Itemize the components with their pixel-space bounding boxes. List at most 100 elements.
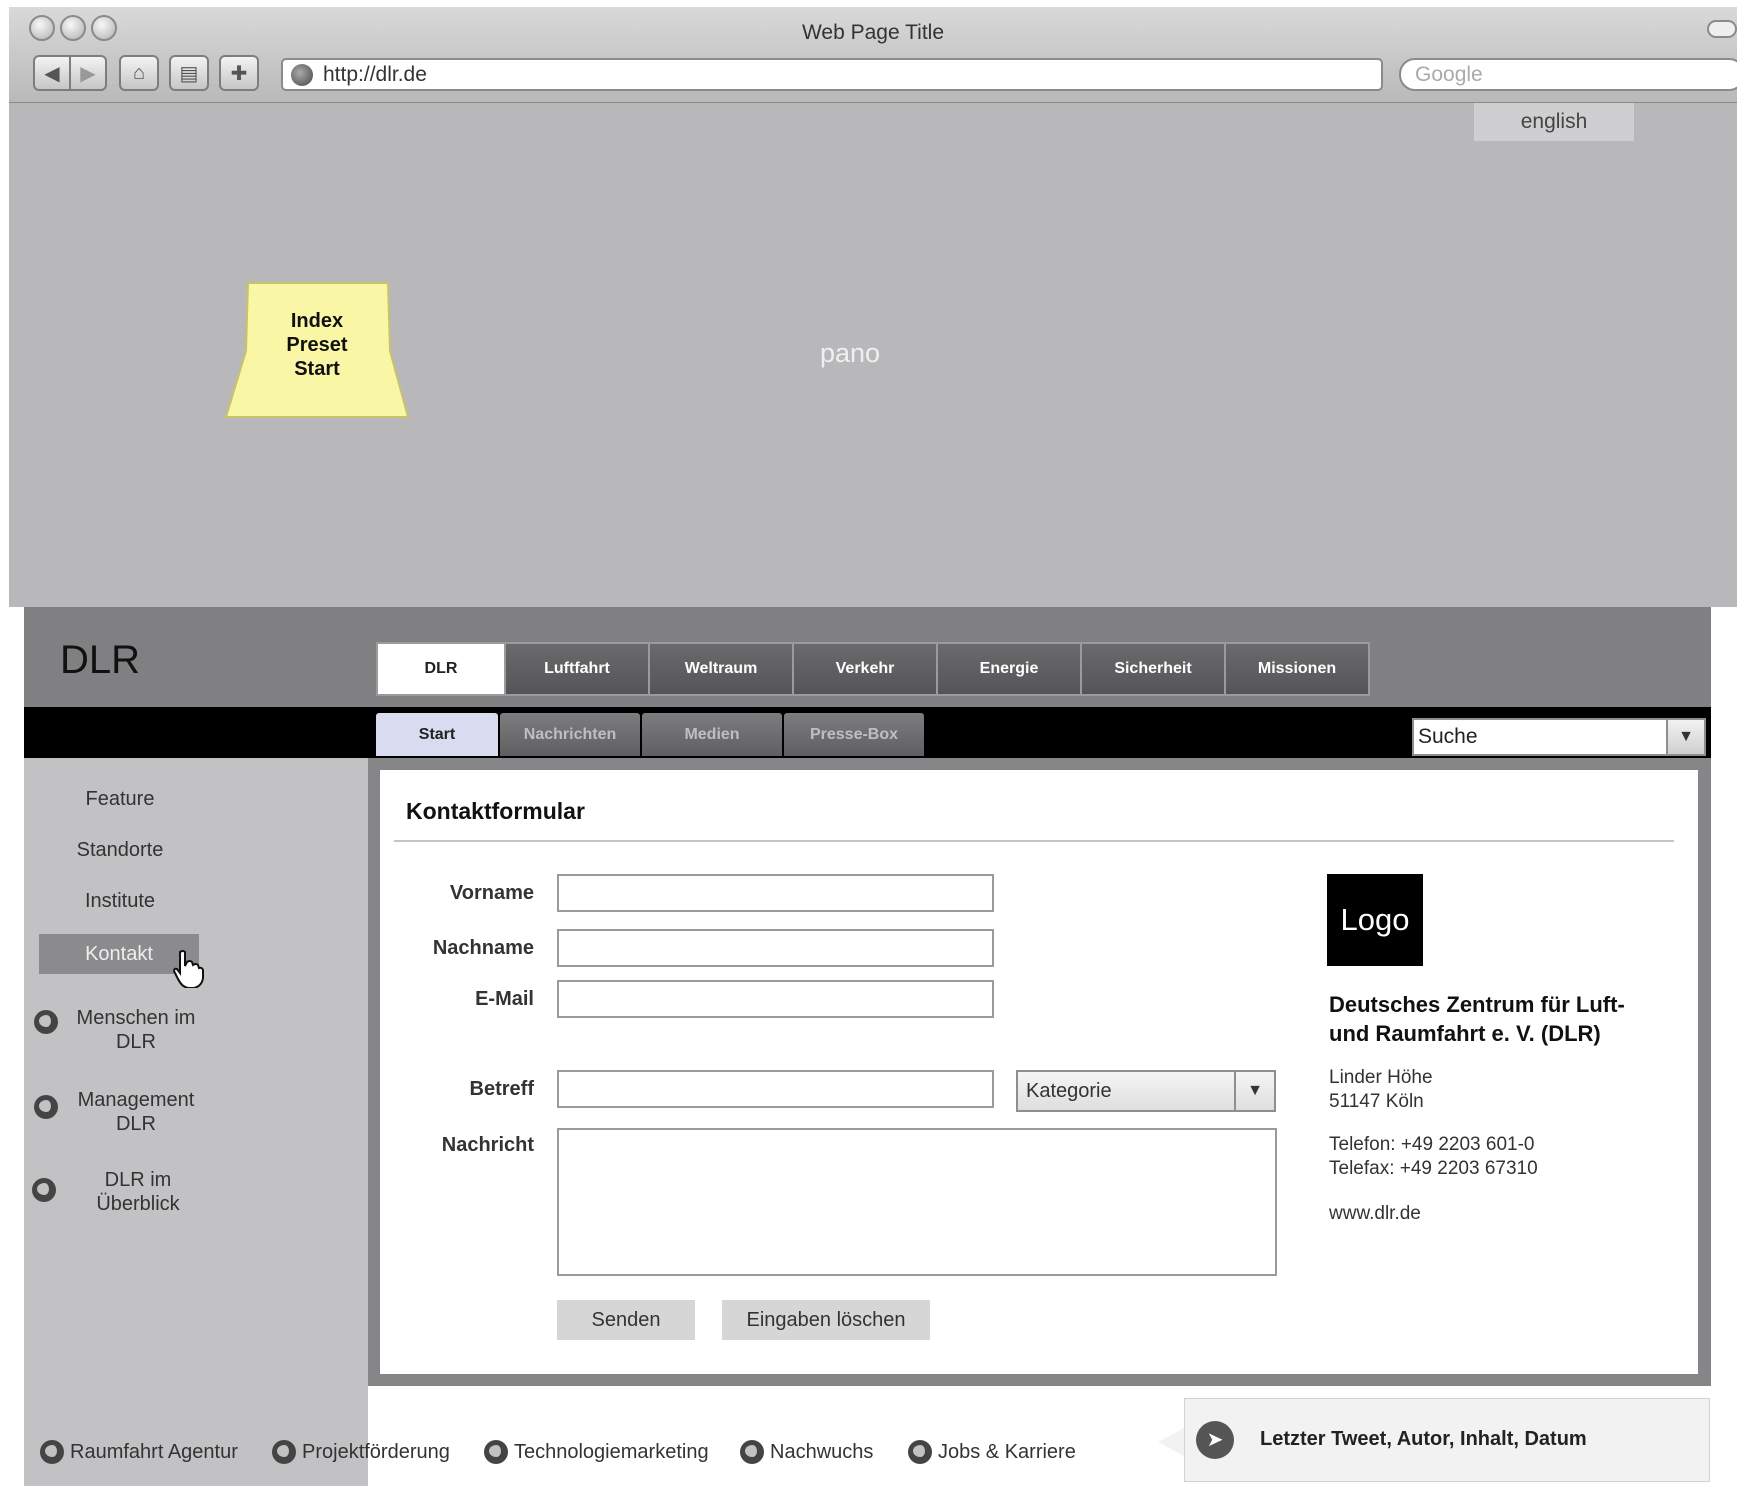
main-navigation: DLR Luftfahrt Weltraum Verkehr Energie S… bbox=[376, 642, 1370, 696]
browser-toolbar: Web Page Title ◀ ▶ ⌂ ▤ ✚ http://dlr.de G… bbox=[9, 7, 1737, 103]
fax-text: Telefax: +49 2203 67310 bbox=[1329, 1158, 1538, 1179]
arrow-circle-icon bbox=[740, 1440, 764, 1464]
back-arrow-icon: ◀ bbox=[44, 62, 60, 85]
vorname-field[interactable] bbox=[557, 874, 994, 912]
main-tab-sicherheit[interactable]: Sicherheit bbox=[1080, 644, 1224, 694]
sticky-line-preset: Preset bbox=[286, 334, 348, 356]
main-tab-dlr[interactable]: DLR bbox=[378, 644, 504, 694]
site-logo[interactable]: DLR bbox=[60, 638, 140, 683]
home-icon: ⌂ bbox=[132, 61, 146, 84]
form-divider bbox=[394, 840, 1674, 842]
footer-link-nachwuchs[interactable]: Nachwuchs bbox=[740, 1440, 873, 1464]
main-tab-verkehr[interactable]: Verkehr bbox=[792, 644, 936, 694]
browser-search-input[interactable]: Google bbox=[1399, 58, 1737, 91]
nachname-field[interactable] bbox=[557, 929, 994, 967]
kategorie-value: Kategorie bbox=[1026, 1080, 1112, 1102]
tweet-pointer bbox=[1158, 1428, 1184, 1456]
tweet-text[interactable]: Letzter Tweet, Autor, Inhalt, Datum bbox=[1260, 1428, 1587, 1451]
window-title: Web Page Title bbox=[801, 21, 945, 44]
site-search-value: Suche bbox=[1418, 725, 1478, 748]
footer-link-jobs[interactable]: Jobs & Karriere bbox=[908, 1440, 1076, 1464]
address-bar[interactable]: http://dlr.de bbox=[281, 58, 1383, 91]
nachname-label: Nachname bbox=[432, 937, 534, 959]
footer-link-label: Nachwuchs bbox=[770, 1440, 874, 1463]
main-tab-energie[interactable]: Energie bbox=[936, 644, 1080, 694]
sub-tab-medien[interactable]: Medien bbox=[642, 713, 782, 756]
site-search-dropdown[interactable]: Suche ▼ bbox=[1412, 718, 1706, 756]
email-label: E-Mail bbox=[475, 988, 534, 1010]
org-name: Deutsches Zentrum für Luft- und Raumfahr… bbox=[1329, 990, 1689, 1048]
add-bookmark-button[interactable]: ✚ bbox=[219, 55, 259, 91]
send-button[interactable]: Senden bbox=[557, 1300, 695, 1340]
home-button[interactable]: ⌂ bbox=[119, 55, 159, 91]
main-tab-weltraum[interactable]: Weltraum bbox=[648, 644, 792, 694]
main-tab-missionen[interactable]: Missionen bbox=[1224, 644, 1368, 694]
footer-link-label: Jobs & Karriere bbox=[938, 1440, 1076, 1463]
betreff-field[interactable] bbox=[557, 1070, 994, 1108]
toolbar-toggle-button[interactable] bbox=[1707, 20, 1737, 38]
address-line1: Linder Höhe bbox=[1329, 1067, 1433, 1088]
sticky-note: Index Preset Start bbox=[224, 281, 410, 419]
website-link[interactable]: www.dlr.de bbox=[1329, 1202, 1421, 1226]
main-tab-luftfahrt[interactable]: Luftfahrt bbox=[504, 644, 648, 694]
phone-numbers: Telefon: +49 2203 601-0 Telefax: +49 220… bbox=[1329, 1133, 1538, 1181]
sub-tab-start[interactable]: Start bbox=[376, 713, 498, 756]
print-icon: ▤ bbox=[179, 62, 199, 85]
page: Web Page Title ◀ ▶ ⌂ ▤ ✚ http://dlr.de G… bbox=[0, 0, 1737, 1486]
ueberblick-icon bbox=[32, 1178, 56, 1202]
org-name-line1: Deutsches Zentrum für Luft- bbox=[1329, 992, 1625, 1017]
address: Linder Höhe 51147 Köln bbox=[1329, 1066, 1433, 1114]
arrow-circle-icon bbox=[484, 1440, 508, 1464]
footer-link-label: Technologiemarketing bbox=[514, 1440, 709, 1463]
email-field[interactable] bbox=[557, 980, 994, 1018]
sidebar-item-ueberblick[interactable]: DLR im Überblick bbox=[68, 1168, 208, 1216]
form-title: Kontaktformular bbox=[406, 798, 585, 824]
globe-icon bbox=[291, 64, 313, 86]
sidebar-item-ueberblick-line1: DLR im bbox=[104, 1169, 172, 1191]
sub-tab-presse-box[interactable]: Presse-Box bbox=[784, 713, 924, 756]
plus-icon: ✚ bbox=[230, 62, 248, 85]
language-link[interactable]: english bbox=[1474, 103, 1634, 141]
management-icon bbox=[34, 1095, 58, 1119]
sidebar-item-institute[interactable]: Institute bbox=[60, 890, 180, 913]
sub-tab-nachrichten[interactable]: Nachrichten bbox=[500, 713, 640, 756]
footer-link-raumfahrt[interactable]: Raumfahrt Agentur bbox=[40, 1440, 238, 1464]
forward-button[interactable]: ▶ bbox=[69, 55, 107, 91]
vorname-label: Vorname bbox=[449, 882, 534, 904]
sidebar-item-standorte[interactable]: Standorte bbox=[60, 839, 180, 862]
footer-link-label: Raumfahrt Agentur bbox=[70, 1440, 238, 1463]
hand-cursor-icon bbox=[172, 950, 204, 988]
back-button[interactable]: ◀ bbox=[33, 55, 71, 91]
chevron-down-icon[interactable]: ▼ bbox=[1666, 720, 1704, 754]
arrow-circle-icon bbox=[40, 1440, 64, 1464]
page-margin bbox=[1711, 607, 1737, 1486]
clear-button[interactable]: Eingaben löschen bbox=[722, 1300, 930, 1340]
org-name-line2: und Raumfahrt e. V. (DLR) bbox=[1329, 1021, 1601, 1046]
nachricht-textarea[interactable] bbox=[557, 1128, 1277, 1276]
org-logo: Logo bbox=[1327, 874, 1423, 966]
footer-link-projektfoerderung[interactable]: Projektförderung bbox=[272, 1440, 450, 1464]
nachricht-label: Nachricht bbox=[441, 1134, 534, 1156]
phone-text: Telefon: +49 2203 601-0 bbox=[1329, 1134, 1535, 1155]
arrow-circle-icon bbox=[272, 1440, 296, 1464]
sticky-line-index: Index bbox=[290, 310, 344, 332]
pano-label: pano bbox=[820, 338, 881, 368]
footer-link-technologiemarketing[interactable]: Technologiemarketing bbox=[484, 1440, 709, 1464]
sidebar-item-feature[interactable]: Feature bbox=[60, 788, 180, 811]
forward-arrow-icon: ▶ bbox=[80, 62, 96, 85]
arrow-circle-icon bbox=[908, 1440, 932, 1464]
url-text: http://dlr.de bbox=[323, 63, 427, 86]
sidebar-item-management[interactable]: Management DLR bbox=[66, 1088, 206, 1136]
twitter-icon: ➤ bbox=[1196, 1421, 1234, 1459]
sidebar-item-menschen-line2: DLR bbox=[115, 1031, 156, 1053]
print-button[interactable]: ▤ bbox=[169, 55, 209, 91]
sticky-line-start: Start bbox=[294, 358, 340, 380]
menschen-icon bbox=[34, 1010, 58, 1034]
betreff-label: Betreff bbox=[469, 1078, 534, 1100]
sidebar-item-ueberblick-line2: Überblick bbox=[96, 1193, 180, 1215]
sidebar-item-menschen-line1: Menschen im bbox=[76, 1007, 196, 1029]
sidebar-item-menschen[interactable]: Menschen im DLR bbox=[66, 1006, 206, 1054]
kategorie-select[interactable]: Kategorie ▼ bbox=[1016, 1070, 1276, 1112]
sub-navigation: Start Nachrichten Medien Presse-Box bbox=[376, 713, 926, 756]
chevron-down-icon[interactable]: ▼ bbox=[1234, 1072, 1274, 1110]
